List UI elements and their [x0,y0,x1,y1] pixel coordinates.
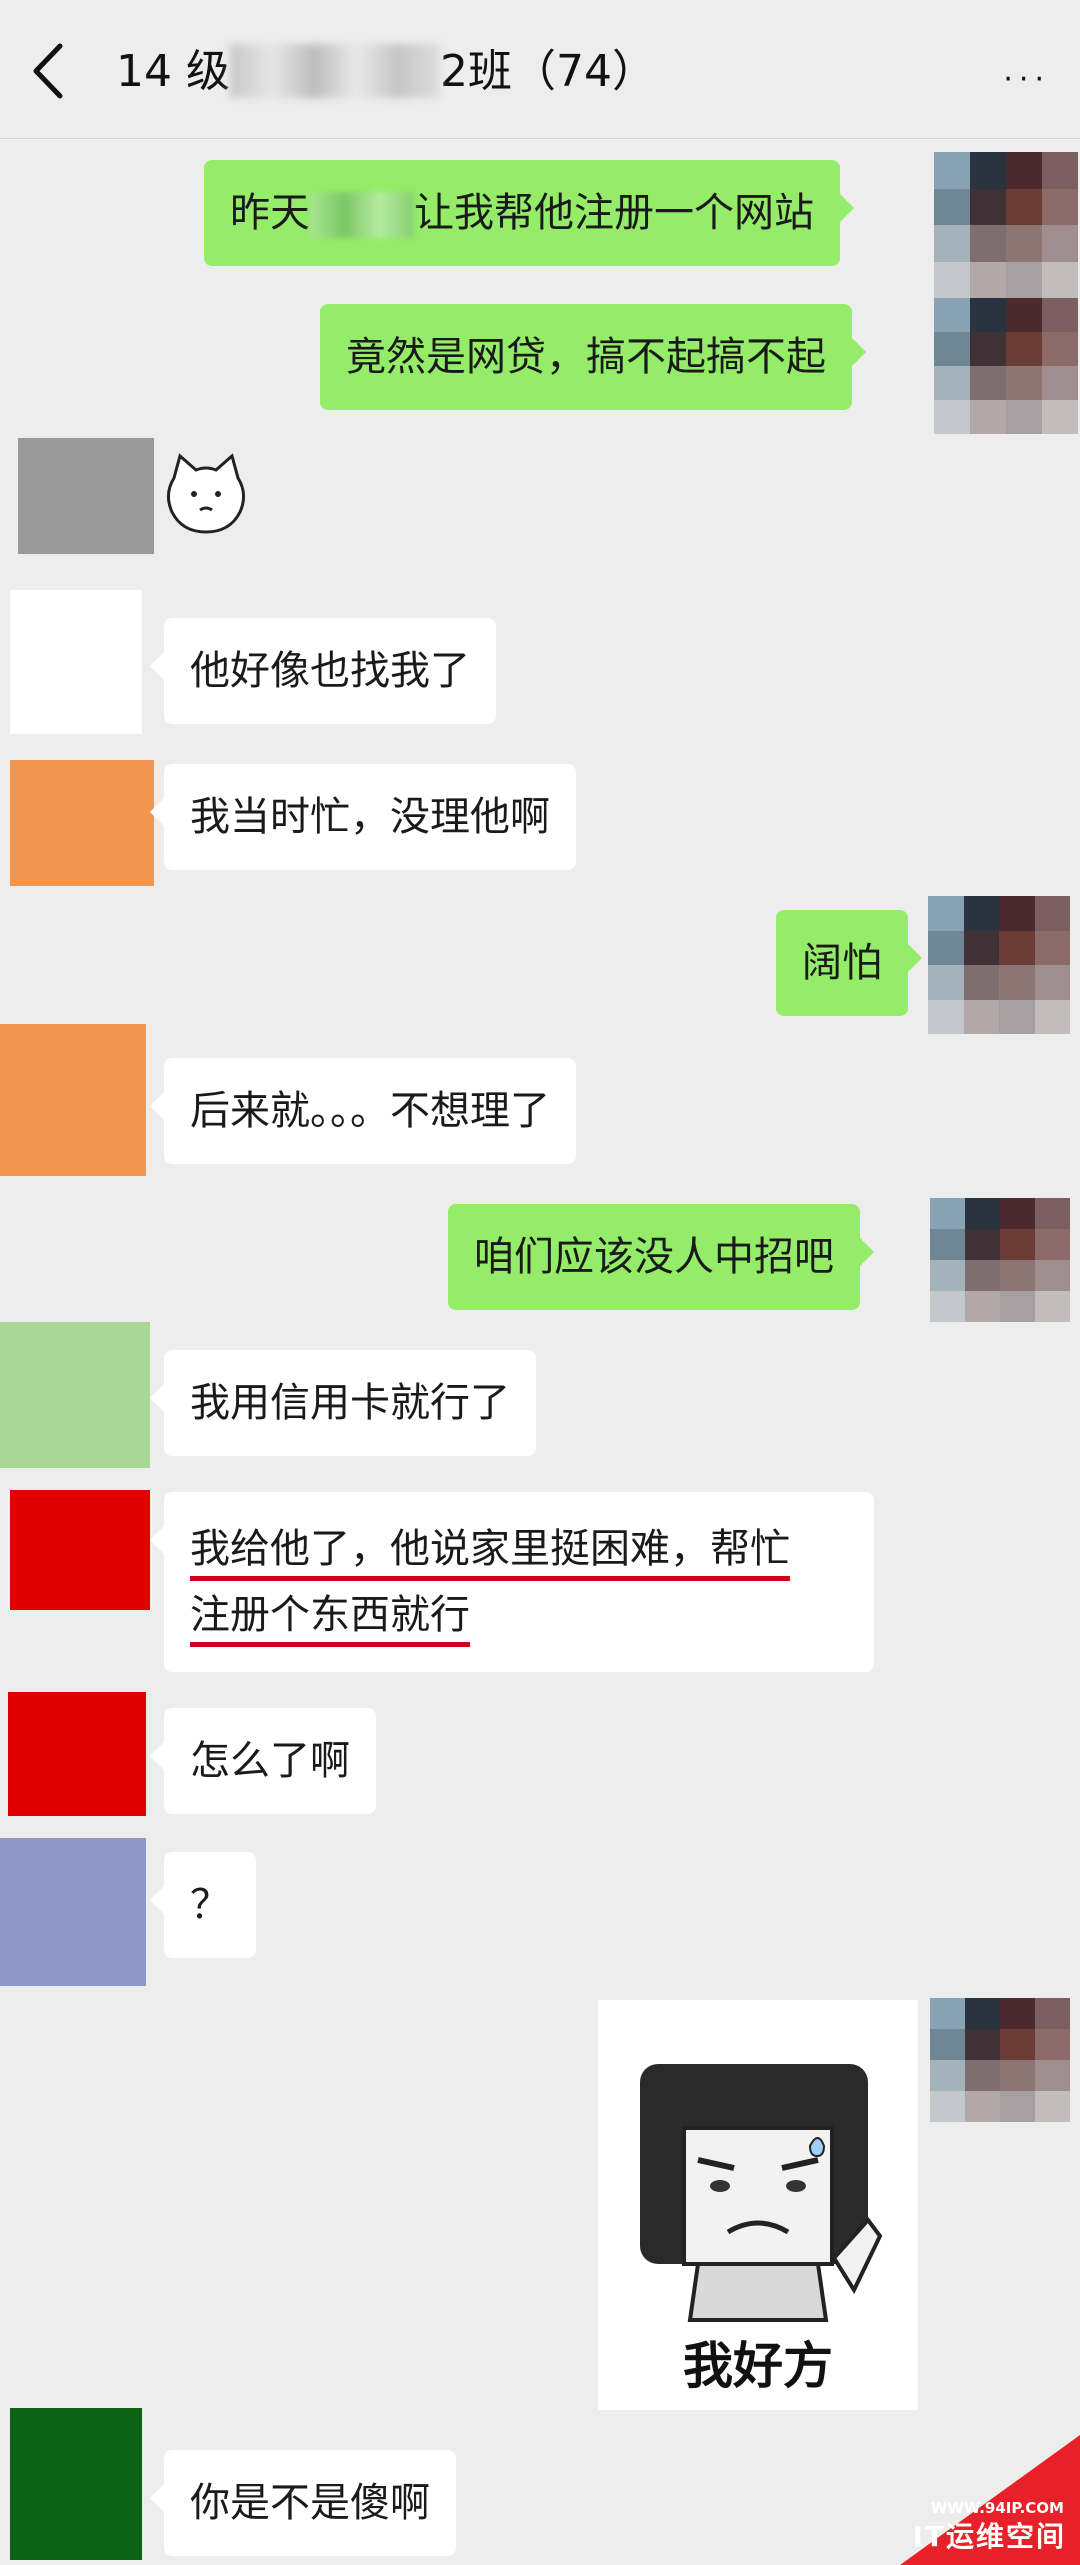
member-avatar[interactable] [0,1024,146,1176]
message-bubble-received[interactable]: ？ [150,1852,256,1958]
member-avatar[interactable] [0,1838,146,1986]
my-avatar[interactable] [928,896,1070,1034]
underlined-text: 注册个东西就行 [190,1592,470,1647]
my-avatar[interactable] [930,1998,1070,2122]
member-avatar[interactable] [10,590,142,734]
chat-title-suffix: 2班（74） [439,46,656,97]
redacted-name [229,44,440,98]
message-bubble-received[interactable]: 你是不是傻啊 [150,2450,456,2556]
message-bubble-received[interactable]: 我当时忙，没理他啊 [150,764,576,870]
my-avatar[interactable] [934,152,1078,298]
message-text: 你是不是傻啊 [190,2480,430,2526]
message-text: 咱们应该没人中招吧 [474,1234,834,1280]
chat-title-prefix: 14 级 [116,46,230,97]
member-avatar[interactable] [18,438,154,554]
member-avatar[interactable] [10,760,154,886]
redacted-name [310,192,414,238]
message-text: 昨天 [230,190,310,236]
square-head-sticker-icon [640,2064,883,2322]
chevron-left-icon [33,43,63,99]
watermark: WWW.94IP.COM IT运维空间 [840,2435,1080,2565]
message-bubble-received[interactable]: 我用信用卡就行了 [150,1350,536,1456]
message-text: 让我帮他注册一个网站 [414,190,814,236]
member-avatar[interactable] [10,2408,142,2560]
message-bubble-received[interactable]: 怎么了啊 [150,1708,376,1814]
message-bubble-sent[interactable]: 竟然是网贷，搞不起搞不起 [320,304,866,410]
message-text: 后来就。。。不想理了 [190,1088,550,1134]
chat-title: 14 级 2班（74） [116,40,656,104]
message-text: 竟然是网贷，搞不起搞不起 [346,334,826,380]
underlined-text: 我给他了，他说家里挺困难，帮忙 [190,1526,790,1581]
message-text: 怎么了啊 [190,1738,350,1784]
member-avatar[interactable] [0,1322,150,1468]
message-bubble-sent[interactable]: 咱们应该没人中招吧 [448,1204,874,1310]
message-text: 我用信用卡就行了 [190,1380,510,1426]
message-text: 阔怕 [802,940,882,986]
member-avatar[interactable] [8,1692,146,1816]
message-bubble-received[interactable]: 后来就。。。不想理了 [150,1058,576,1164]
member-avatar[interactable] [10,1490,150,1610]
message-text: ？ [190,1882,230,1928]
message-bubble-sent[interactable]: 昨天 让我帮他注册一个网站 [204,160,854,266]
back-button[interactable] [28,38,88,104]
sticker-message[interactable]: 我好方 [598,2000,918,2410]
sticker-caption: 我好方 [683,2337,833,2395]
message-text: 我当时忙，没理他啊 [190,794,550,840]
more-options-button[interactable]: ··· [1003,62,1050,97]
message-bubble-received[interactable]: 他好像也找我了 [150,618,496,724]
message-bubble-sent[interactable]: 阔怕 [776,910,922,1016]
watermark-name: IT运维空间 [912,2520,1066,2553]
message-bubble-received[interactable]: 我给他了，他说家里挺困难，帮忙 注册个东西就行 [150,1492,874,1672]
my-avatar[interactable] [934,298,1078,434]
cat-face-icon [167,453,245,534]
chat-header: 14 级 2班（74） ··· [0,0,1080,139]
message-text: 他好像也找我了 [190,648,470,694]
cat-face-emoji[interactable] [160,448,252,540]
my-avatar[interactable] [930,1198,1070,1322]
